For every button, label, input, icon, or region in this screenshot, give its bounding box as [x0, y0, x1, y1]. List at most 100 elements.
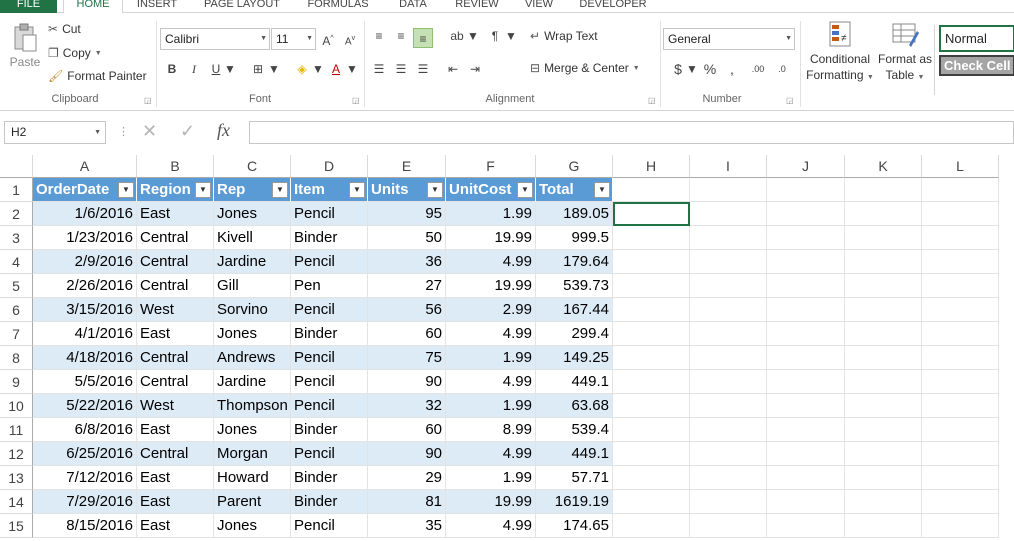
- grid-cell[interactable]: [613, 394, 690, 418]
- row-header[interactable]: 13: [0, 466, 33, 490]
- chevron-down-icon[interactable]: ▼: [346, 59, 358, 79]
- row-header[interactable]: 15: [0, 514, 33, 538]
- grid-cell[interactable]: [767, 250, 845, 274]
- fill-color-icon[interactable]: ◈: [292, 59, 312, 79]
- table-cell[interactable]: 19.99: [446, 226, 536, 250]
- table-cell[interactable]: Central: [137, 346, 214, 370]
- row-header[interactable]: 2: [0, 202, 33, 226]
- table-cell[interactable]: Parent: [214, 490, 291, 514]
- grid-cell[interactable]: [767, 226, 845, 250]
- table-cell[interactable]: 1/6/2016: [33, 202, 137, 226]
- grid-cell[interactable]: [767, 298, 845, 322]
- table-cell[interactable]: 1.99: [446, 346, 536, 370]
- table-header-cell[interactable]: Total ▼: [536, 178, 613, 202]
- table-cell[interactable]: Jardine: [214, 250, 291, 274]
- tab-data[interactable]: DATA: [390, 0, 436, 13]
- style-check-cell[interactable]: Check Cell: [939, 55, 1014, 76]
- grid-cell[interactable]: [922, 226, 999, 250]
- table-cell[interactable]: 7/12/2016: [33, 466, 137, 490]
- table-cell[interactable]: 81: [368, 490, 446, 514]
- grid-cell[interactable]: [613, 514, 690, 538]
- grid-cell[interactable]: [690, 394, 767, 418]
- column-header-a[interactable]: A: [33, 155, 137, 178]
- grid-cell[interactable]: [767, 346, 845, 370]
- font-color-icon[interactable]: A: [326, 59, 346, 79]
- table-cell[interactable]: Sorvino: [214, 298, 291, 322]
- table-cell[interactable]: Central: [137, 226, 214, 250]
- select-all-corner[interactable]: [0, 155, 33, 178]
- table-cell[interactable]: 4.99: [446, 370, 536, 394]
- column-header-l[interactable]: L: [922, 155, 999, 178]
- table-cell[interactable]: 5/5/2016: [33, 370, 137, 394]
- grid-cell[interactable]: [613, 370, 690, 394]
- grid-cell[interactable]: [845, 274, 922, 298]
- selected-cell[interactable]: [613, 202, 690, 226]
- chevron-down-icon[interactable]: ▼: [467, 26, 479, 46]
- dialog-launcher-icon[interactable]: ◲: [786, 96, 794, 105]
- table-cell[interactable]: 4.99: [446, 322, 536, 346]
- grid-cell[interactable]: [922, 298, 999, 322]
- chevron-down-icon[interactable]: ▼: [686, 59, 698, 79]
- filter-dropdown-icon[interactable]: ▼: [349, 182, 365, 198]
- filter-dropdown-icon[interactable]: ▼: [594, 182, 610, 198]
- table-cell[interactable]: 4/18/2016: [33, 346, 137, 370]
- table-cell[interactable]: 999.5: [536, 226, 613, 250]
- row-header[interactable]: 10: [0, 394, 33, 418]
- table-cell[interactable]: East: [137, 514, 214, 538]
- table-cell[interactable]: Binder: [291, 226, 368, 250]
- grid-cell[interactable]: [613, 322, 690, 346]
- table-header-cell[interactable]: Region ▼: [137, 178, 214, 202]
- grid-cell[interactable]: [845, 394, 922, 418]
- table-cell[interactable]: 90: [368, 442, 446, 466]
- underline-button[interactable]: U: [206, 59, 226, 79]
- row-header[interactable]: 6: [0, 298, 33, 322]
- grid-cell[interactable]: [922, 346, 999, 370]
- table-cell[interactable]: Jones: [214, 418, 291, 442]
- grid-cell[interactable]: [767, 394, 845, 418]
- align-top-icon[interactable]: ≡: [369, 26, 389, 46]
- table-cell[interactable]: 60: [368, 322, 446, 346]
- table-cell[interactable]: 1.99: [446, 202, 536, 226]
- table-header-cell[interactable]: OrderDate ▼: [33, 178, 137, 202]
- row-header[interactable]: 1: [0, 178, 33, 202]
- tab-insert[interactable]: INSERT: [128, 0, 186, 13]
- table-cell[interactable]: Binder: [291, 490, 368, 514]
- table-cell[interactable]: 149.25: [536, 346, 613, 370]
- merge-center-button[interactable]: ⊟ Merge & Center ▼: [530, 61, 640, 75]
- table-cell[interactable]: Central: [137, 274, 214, 298]
- row-header[interactable]: 9: [0, 370, 33, 394]
- table-cell[interactable]: 449.1: [536, 370, 613, 394]
- grid-cell[interactable]: [922, 274, 999, 298]
- table-cell[interactable]: 19.99: [446, 274, 536, 298]
- table-cell[interactable]: Central: [137, 370, 214, 394]
- grid-cell[interactable]: [613, 346, 690, 370]
- column-header-b[interactable]: B: [137, 155, 214, 178]
- table-cell[interactable]: 95: [368, 202, 446, 226]
- table-cell[interactable]: Binder: [291, 418, 368, 442]
- table-cell[interactable]: Pencil: [291, 298, 368, 322]
- grid-cell[interactable]: [922, 178, 999, 202]
- table-cell[interactable]: 2/9/2016: [33, 250, 137, 274]
- table-cell[interactable]: Binder: [291, 322, 368, 346]
- number-format-select[interactable]: General ▼: [663, 28, 795, 50]
- table-cell[interactable]: Pen: [291, 274, 368, 298]
- grid-cell[interactable]: [922, 202, 999, 226]
- grid-cell[interactable]: [613, 490, 690, 514]
- grid-cell[interactable]: [613, 466, 690, 490]
- column-header-f[interactable]: F: [446, 155, 536, 178]
- table-header-cell[interactable]: Rep ▼: [214, 178, 291, 202]
- grid-cell[interactable]: [767, 514, 845, 538]
- table-cell[interactable]: East: [137, 466, 214, 490]
- tab-view[interactable]: VIEW: [516, 0, 562, 13]
- enter-icon[interactable]: ✓: [180, 121, 195, 142]
- grid-cell[interactable]: [845, 250, 922, 274]
- grid-cell[interactable]: [845, 490, 922, 514]
- grid-cell[interactable]: [922, 394, 999, 418]
- decrease-indent-icon[interactable]: ⇤: [443, 59, 463, 79]
- align-middle-icon[interactable]: ≡: [391, 26, 411, 46]
- table-cell[interactable]: 167.44: [536, 298, 613, 322]
- table-cell[interactable]: 36: [368, 250, 446, 274]
- table-cell[interactable]: 57.71: [536, 466, 613, 490]
- paste-button[interactable]: Paste: [8, 23, 42, 69]
- grid-cell[interactable]: [690, 322, 767, 346]
